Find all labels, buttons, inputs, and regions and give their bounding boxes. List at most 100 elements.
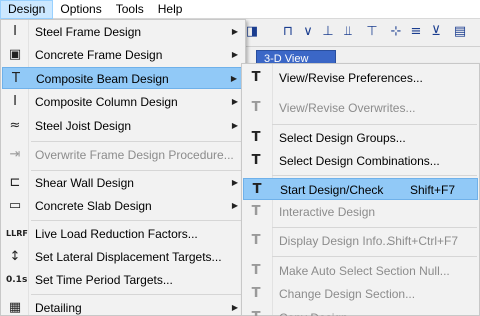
menu-item-label: Change Design Section... [279,287,416,301]
menu-separator [31,294,243,295]
main-toolbar: ◨ ⊓ ∨ ⊥ ⫫ ⊤ ⊹ ≡ ⊻ ▤ [240,19,480,47]
submenu-arrow-icon: ▶ [231,97,238,106]
menu-item-label: Composite Beam Design [36,72,169,86]
menu-item-change-design-section[interactable]: T Change Design Section... [243,283,478,305]
view-3d-icon[interactable]: ◨ [244,24,260,40]
composite-beam-icon: T [12,71,20,86]
menu-item-label: Display Design Info... [279,234,393,248]
menu-help[interactable]: Help [151,0,190,19]
draw-beams-icon[interactable]: ⊥ [320,24,336,40]
menu-item-select-design-groups[interactable]: T Select Design Groups... [243,127,478,149]
menu-item-set-lateral-displacement-targets[interactable]: ↕ Set Lateral Displacement Targets... [2,246,244,268]
menu-item-interactive-design[interactable]: T Interactive Design [243,201,478,223]
menu-item-steel-frame-design[interactable]: I Steel Frame Design ▶ [2,21,244,43]
menu-item-label: Interactive Design [279,205,376,219]
draw-frame-icon[interactable]: ⊓ [280,24,296,40]
menu-item-shortcut: Shift+F7 [409,183,455,197]
menu-separator [272,227,477,228]
concrete-frame-icon: ▣ [8,47,22,62]
submenu-arrow-icon: ▶ [231,178,238,187]
menu-separator [272,124,477,125]
menu-item-label: Live Load Reduction Factors... [35,227,198,241]
menu-item-composite-beam-design[interactable]: T Composite Beam Design ▶ [2,67,244,89]
draw-wall-icon[interactable]: ⊤ [364,24,380,40]
menu-item-label: Select Design Combinations... [279,154,440,168]
shear-wall-icon: ⊏ [9,175,21,190]
submenu-arrow-icon: ▶ [230,74,237,83]
menu-design[interactable]: Design [0,0,54,19]
design-combinations-icon: T [251,153,261,168]
menu-item-label: Steel Frame Design [35,25,142,39]
copy-design-icon: T [247,310,265,316]
menu-item-shortcut: Shift+Ctrl+F7 [387,234,458,248]
composite-beam-submenu: T View/Revise Preferences... T View/Revi… [241,63,480,316]
time-period-icon: 0.1s [6,275,28,285]
submenu-arrow-icon: ▶ [231,201,238,210]
menu-item-display-design-info[interactable]: T Display Design Info... Shift+Ctrl+F7 [243,230,478,252]
submenu-arrow-icon: ▶ [231,303,238,312]
draw-columns-icon[interactable]: ⫫ [340,24,356,40]
menu-options[interactable]: Options [53,0,108,19]
menu-item-concrete-slab-design[interactable]: ▭ Concrete Slab Design ▶ [2,195,244,217]
menu-separator [31,170,243,171]
submenu-arrow-icon: ▶ [231,50,238,59]
menu-item-label: Concrete Slab Design [35,199,152,213]
menu-item-overwrite-frame-design-procedure[interactable]: ⇥ Overwrite Frame Design Procedure... [2,144,244,166]
start-design-icon: T [252,182,262,197]
menu-item-label: Concrete Frame Design [35,48,163,62]
menu-item-label: Steel Joist Design [35,119,132,133]
submenu-arrow-icon: ▶ [231,27,238,36]
preferences-icon: T [251,70,261,85]
menu-item-label: Set Time Period Targets... [35,273,173,287]
menu-item-label: View/Revise Overwrites... [279,101,416,115]
menu-item-label: Make Auto Select Section Null... [279,264,450,278]
menu-tools[interactable]: Tools [109,0,151,19]
change-section-icon: T [251,286,261,301]
menu-item-copy-design[interactable]: T Copy Design [243,307,478,316]
menu-separator [31,220,243,221]
menu-item-label: View/Revise Preferences... [279,71,423,85]
overwrites-icon: T [251,100,261,115]
menu-bar: Design Options Tools Help [0,0,480,19]
menu-item-concrete-frame-design[interactable]: ▣ Concrete Frame Design ▶ [2,44,244,66]
menu-item-label: Shear Wall Design [35,176,134,190]
menu-item-live-load-reduction-factors[interactable]: LLRF Live Load Reduction Factors... [2,223,244,245]
menu-item-shear-wall-design[interactable]: ⊏ Shear Wall Design ▶ [2,172,244,194]
menu-item-make-auto-select-section-null[interactable]: T Make Auto Select Section Null... [243,260,478,282]
menu-item-label: Detailing [35,301,82,315]
composite-column-icon: Ⅰ [13,94,17,109]
steel-frame-icon: I [13,24,17,39]
menu-item-set-time-period-targets[interactable]: 0.1s Set Time Period Targets... [2,269,244,291]
concrete-slab-icon: ▭ [8,198,22,213]
overwrite-procedure-icon: ⇥ [9,147,21,162]
menu-separator [272,256,477,257]
draw-brace-icon[interactable]: ∨ [300,24,316,40]
menu-item-view-revise-preferences[interactable]: T View/Revise Preferences... [243,67,478,89]
auto-select-null-icon: T [251,263,261,278]
draw-link-icon[interactable]: ⊹ [388,24,404,40]
design-menu: I Steel Frame Design ▶ ▣ Concrete Frame … [0,19,246,316]
menu-item-label: Composite Column Design [35,95,178,109]
menu-item-detailing[interactable]: ▦ Detailing ▶ [2,297,244,316]
draw-opening-icon[interactable]: ⊻ [428,24,444,40]
draw-slab-icon[interactable]: ≡ [408,24,424,40]
design-info-icon: T [251,233,261,248]
menu-item-steel-joist-design[interactable]: ≈ Steel Joist Design ▶ [2,115,244,137]
menu-item-start-design-check[interactable]: T Start Design/Check Shift+F7 [243,178,478,200]
menu-item-label: Set Lateral Displacement Targets... [35,250,222,264]
menu-item-label: Copy Design [279,307,348,316]
lateral-displacement-icon: ↕ [9,249,21,264]
menu-item-view-revise-overwrites[interactable]: T View/Revise Overwrites... [243,97,478,119]
interactive-design-icon: T [251,204,261,219]
submenu-arrow-icon: ▶ [231,121,238,130]
menu-item-label: Overwrite Frame Design Procedure... [35,148,234,162]
draw-area-icon[interactable]: ▤ [452,24,468,40]
menu-item-composite-column-design[interactable]: Ⅰ Composite Column Design ▶ [2,91,244,113]
steel-joist-icon: ≈ [9,118,21,133]
menu-item-select-design-combinations[interactable]: T Select Design Combinations... [243,150,478,172]
menu-item-label: Select Design Groups... [279,131,406,145]
detailing-icon: ▦ [8,300,22,315]
design-groups-icon: T [251,130,261,145]
menu-separator [31,141,243,142]
menu-item-label: Start Design/Check [280,183,384,197]
